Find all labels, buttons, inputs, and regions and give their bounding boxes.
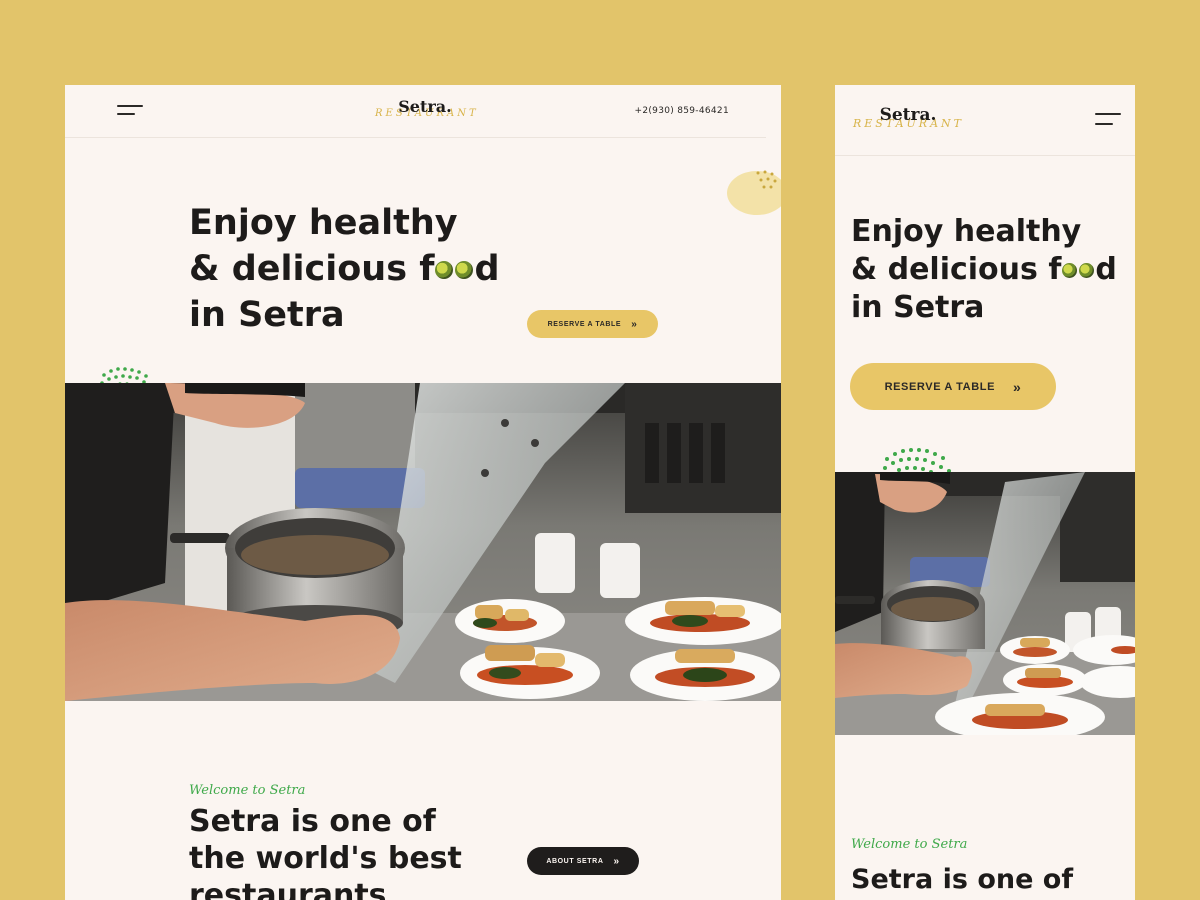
logo-name: Setra.	[879, 105, 937, 125]
double-chevron-right-icon: »	[613, 855, 620, 867]
food-bowl-icon	[1079, 263, 1095, 278]
welcome-script: Welcome to Setra	[851, 837, 968, 852]
logo-name: Setra.	[398, 97, 452, 116]
headline-line-2-start: & delicious f	[851, 252, 1062, 287]
headline-line-3: in Setra	[851, 290, 985, 325]
headline-line-1: Enjoy healthy	[189, 203, 458, 243]
reserve-table-label: RESERVE A TABLE	[884, 380, 996, 393]
hero-image-chef-kitchen	[65, 383, 781, 701]
logo[interactable]: Setra. RESTAURANT	[853, 105, 963, 135]
header-divider	[835, 155, 1135, 156]
headline-line-2-end: d	[474, 249, 500, 289]
menu-icon[interactable]	[1095, 113, 1121, 125]
headline-line-2-end: d	[1095, 252, 1117, 287]
headline-line-1: Enjoy healthy	[851, 214, 1082, 249]
hero-image-chef-kitchen	[835, 472, 1135, 735]
double-chevron-right-icon: »	[631, 318, 638, 330]
hero-headline: Enjoy healthy & delicious f d in Setra	[189, 200, 500, 338]
headline-line-2-start: & delicious f	[189, 249, 435, 289]
decor-dots-yellow	[756, 170, 777, 189]
about-headline: Setra is one of the world's best restaur…	[189, 803, 462, 900]
desktop-preview: Setra. RESTAURANT +2(930) 859-46421 Enjo…	[65, 85, 781, 900]
food-bowl-icon	[435, 261, 454, 279]
mobile-preview: Setra. RESTAURANT Enjoy healthy & delici…	[835, 85, 1135, 900]
headline-line-2: & delicious f d	[851, 251, 1117, 289]
about-line-3: restaurants	[189, 878, 387, 900]
headline-line-3: in Setra	[189, 295, 345, 335]
phone-number[interactable]: +2(930) 859-46421	[635, 106, 730, 116]
header-divider	[65, 137, 766, 138]
food-bowl-icon	[455, 261, 474, 279]
about-headline: Setra is one of	[851, 863, 1073, 897]
about-line-2: the world's best	[189, 841, 462, 876]
hero-headline: Enjoy healthy & delicious f d in Setra	[851, 213, 1117, 327]
reserve-table-button[interactable]: RESERVE A TABLE »	[850, 363, 1056, 410]
reserve-table-button[interactable]: RESERVE A TABLE »	[527, 310, 658, 338]
double-chevron-right-icon: »	[1013, 378, 1022, 395]
about-line-1: Setra is one of	[189, 804, 436, 839]
about-setra-label: ABOUT SETRA	[546, 857, 604, 865]
headline-line-2: & delicious f d	[189, 246, 500, 292]
logo[interactable]: Setra. RESTAURANT	[375, 97, 476, 127]
reserve-table-label: RESERVE A TABLE	[547, 320, 622, 328]
about-setra-button[interactable]: ABOUT SETRA »	[527, 847, 639, 875]
menu-icon[interactable]	[117, 105, 143, 115]
about-line-1: Setra is one of	[851, 864, 1074, 895]
welcome-script: Welcome to Setra	[189, 783, 306, 798]
food-bowl-icon	[1062, 263, 1078, 278]
